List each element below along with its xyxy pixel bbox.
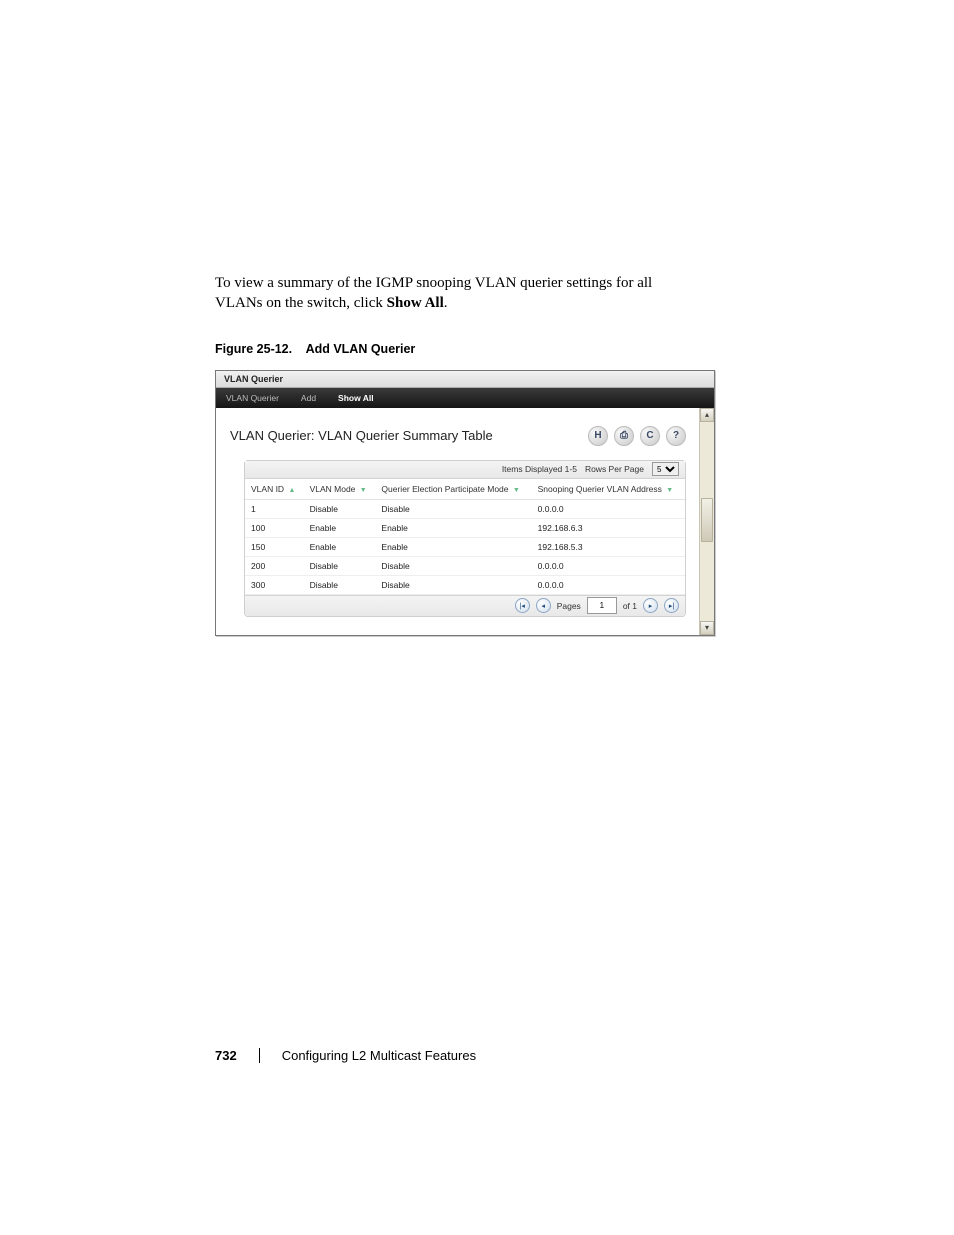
col-vlan-id[interactable]: VLAN ID ▲: [245, 479, 304, 500]
intro-showall: Show All: [387, 295, 444, 311]
cell-vlanid: 300: [245, 575, 304, 594]
table-row: 1 Disable Disable 0.0.0.0: [245, 499, 685, 518]
intro-line1: To view a summary of the IGMP snooping V…: [215, 275, 652, 291]
scroll-down-button[interactable]: ▾: [700, 621, 714, 635]
tab-row: VLAN Querier Add Show All: [216, 388, 714, 408]
table-row: 100 Enable Enable 192.168.6.3: [245, 518, 685, 537]
summary-panel: Items Displayed 1-5 Rows Per Page 5 VLAN…: [244, 460, 686, 617]
footer-divider: [259, 1048, 260, 1063]
cell-vlanid: 100: [245, 518, 304, 537]
save-icon[interactable]: H: [588, 426, 608, 446]
intro-paragraph: To view a summary of the IGMP snooping V…: [215, 273, 735, 314]
tab-add[interactable]: Add: [301, 393, 316, 403]
refresh-icon[interactable]: C: [640, 426, 660, 446]
figure-caption: Figure 25-12. Add VLAN Querier: [215, 342, 735, 356]
cell-vlanid: 150: [245, 537, 304, 556]
intro-line2c: .: [444, 295, 448, 311]
page-number: 732: [215, 1048, 237, 1063]
scroll-up-button[interactable]: ▴: [700, 408, 714, 422]
cell-qepm: Disable: [375, 556, 531, 575]
cell-mode: Disable: [304, 575, 376, 594]
cell-addr: 0.0.0.0: [532, 556, 685, 575]
scroll-thumb[interactable]: [701, 498, 713, 542]
cell-qepm: Enable: [375, 518, 531, 537]
page-input[interactable]: [587, 597, 617, 614]
page-title: VLAN Querier: VLAN Querier Summary Table: [230, 428, 493, 443]
cell-addr: 0.0.0.0: [532, 499, 685, 518]
pages-of: of 1: [623, 601, 637, 611]
page-prev-icon[interactable]: ◂: [536, 598, 551, 613]
tab-vlan-querier[interactable]: VLAN Querier: [226, 393, 279, 403]
page-first-icon[interactable]: |◂: [515, 598, 530, 613]
items-displayed: Items Displayed 1-5: [502, 464, 577, 474]
table-row: 300 Disable Disable 0.0.0.0: [245, 575, 685, 594]
page-footer: 732 Configuring L2 Multicast Features: [215, 1048, 476, 1063]
summary-table: VLAN ID ▲ VLAN Mode ▼ Querier Election P…: [245, 479, 685, 595]
cell-qepm: Disable: [375, 499, 531, 518]
screenshot-window: VLAN Querier VLAN Querier Add Show All ▴…: [215, 370, 715, 636]
figure-number: Figure 25-12.: [215, 342, 292, 356]
chapter-title: Configuring L2 Multicast Features: [282, 1048, 476, 1063]
cell-qepm: Enable: [375, 537, 531, 556]
cell-addr: 192.168.6.3: [532, 518, 685, 537]
cell-mode: Enable: [304, 537, 376, 556]
cell-vlanid: 200: [245, 556, 304, 575]
help-icon[interactable]: ?: [666, 426, 686, 446]
cell-mode: Enable: [304, 518, 376, 537]
rows-per-page-label: Rows Per Page: [585, 464, 644, 474]
window-title: VLAN Querier: [216, 371, 714, 388]
col-addr[interactable]: Snooping Querier VLAN Address ▼: [532, 479, 685, 500]
col-qepm[interactable]: Querier Election Participate Mode ▼: [375, 479, 531, 500]
cell-mode: Disable: [304, 499, 376, 518]
cell-addr: 0.0.0.0: [532, 575, 685, 594]
table-row: 200 Disable Disable 0.0.0.0: [245, 556, 685, 575]
pages-label: Pages: [557, 601, 581, 611]
cell-addr: 192.168.5.3: [532, 537, 685, 556]
intro-line2a: VLANs on the switch, click: [215, 295, 387, 311]
print-icon[interactable]: ⎙: [614, 426, 634, 446]
cell-qepm: Disable: [375, 575, 531, 594]
figure-title: Add VLAN Querier: [306, 342, 416, 356]
cell-vlanid: 1: [245, 499, 304, 518]
rows-per-page-select[interactable]: 5: [652, 462, 679, 476]
vertical-scrollbar[interactable]: ▴ ▾: [699, 408, 714, 635]
page-last-icon[interactable]: ▸|: [664, 598, 679, 613]
cell-mode: Disable: [304, 556, 376, 575]
tab-show-all[interactable]: Show All: [338, 393, 374, 403]
table-row: 150 Enable Enable 192.168.5.3: [245, 537, 685, 556]
col-vlan-mode[interactable]: VLAN Mode ▼: [304, 479, 376, 500]
page-next-icon[interactable]: ▸: [643, 598, 658, 613]
